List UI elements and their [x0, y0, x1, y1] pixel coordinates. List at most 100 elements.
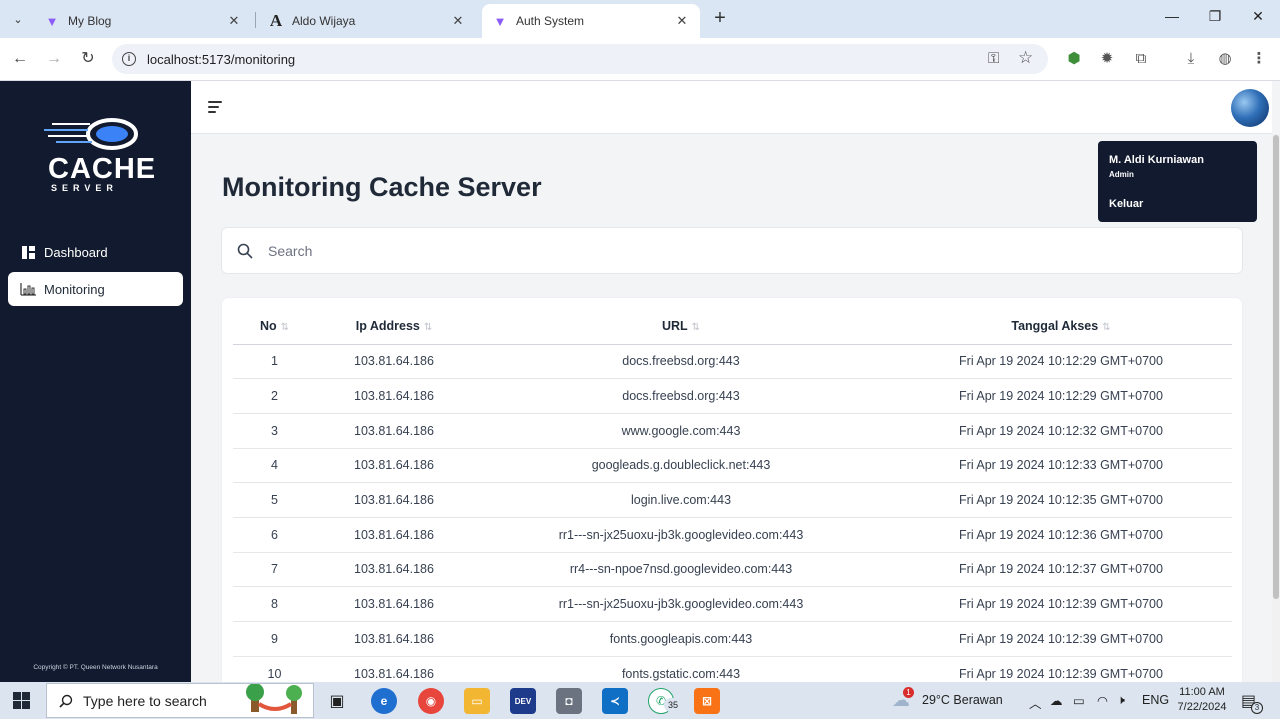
reload-icon[interactable]: ↻ — [77, 48, 99, 70]
download-icon[interactable]: ⤓ — [1181, 49, 1201, 69]
logout-button[interactable]: Keluar — [1109, 198, 1143, 210]
bug-icon[interactable]: ✹ — [1097, 49, 1117, 69]
cell-ip-address: 103.81.64.186 — [316, 517, 472, 553]
bookmark-star-icon[interactable]: ☆ — [1018, 48, 1033, 68]
task-view-icon[interactable]: ▣ — [324, 688, 350, 714]
search-icon — [59, 694, 73, 708]
close-tab-icon[interactable]: ✕ — [450, 13, 466, 29]
tab-search-button[interactable]: ⌄ — [6, 7, 30, 31]
bar-chart-icon — [20, 282, 36, 296]
system-clock[interactable]: 11:00 AM 7/22/2024 — [1174, 685, 1230, 715]
dev-app-icon[interactable]: DEV — [510, 688, 536, 714]
cell-url: fonts.googleapis.com:443 — [472, 621, 890, 657]
cell-ip-address: 103.81.64.186 — [316, 586, 472, 622]
camera-icon[interactable]: ◘ — [556, 688, 582, 714]
sidebar-item-label: Monitoring — [44, 281, 105, 297]
search-input[interactable] — [268, 238, 1168, 264]
weather-alert-badge: 1 — [903, 687, 914, 698]
cell-tanggal-akses: Fri Apr 19 2024 10:12:29 GMT+0700 — [890, 344, 1232, 380]
monitoring-table: No ⇅ Ip Address ⇅ URL ⇅ Tanggal Akses ⇅ 1 103… — [233, 308, 1232, 692]
top-header — [191, 81, 1272, 134]
cell-url: www.google.com:443 — [472, 413, 890, 449]
cell-url: login.live.com:443 — [472, 482, 890, 518]
restore-icon[interactable]: ❐ — [1203, 8, 1227, 30]
new-tab-button[interactable]: + — [709, 8, 731, 30]
back-icon[interactable]: ← — [9, 48, 31, 70]
clock-date: 7/22/2024 — [1177, 701, 1227, 713]
taskbar-search-placeholder: Type here to search — [83, 692, 207, 709]
sidebar-item-dashboard[interactable]: Dashboard — [8, 235, 183, 269]
browser-tab[interactable]: A Aldo Wijaya ✕ — [258, 4, 476, 38]
user-role: Admin — [1109, 170, 1134, 179]
page-scrollbar[interactable] — [1272, 134, 1280, 682]
password-key-icon[interactable]: ⚿ — [988, 50, 999, 67]
table-row[interactable]: 8 103.81.64.186 rr1---sn-jx25uoxu-jb3k.goo… — [233, 586, 1232, 622]
extensions-puzzle-icon[interactable]: ⧉ — [1131, 49, 1151, 69]
file-explorer-icon[interactable]: ▭ — [464, 688, 490, 714]
table-row[interactable]: 5 103.81.64.186 login.live.com:443 Fri Apr … — [233, 482, 1232, 518]
scrollbar-thumb[interactable] — [1273, 135, 1279, 599]
profile-icon[interactable]: ◍ — [1215, 49, 1235, 69]
cell-no: 2 — [233, 378, 316, 414]
address-bar[interactable]: i localhost:5173/monitoring — [112, 44, 1048, 74]
forward-icon[interactable]: → — [43, 48, 65, 70]
close-tab-icon[interactable]: ✕ — [674, 13, 690, 29]
tab-title: My Blog — [68, 14, 112, 28]
letter-a-icon: A — [269, 11, 283, 30]
column-header-ip-address[interactable]: Ip Address ⇅ — [316, 308, 472, 345]
search-icon — [237, 243, 253, 259]
extension-icon[interactable]: ⬢ — [1064, 49, 1084, 69]
table-row[interactable]: 2 103.81.64.186 docs.freebsd.org:443 Fri Ap… — [233, 378, 1232, 414]
xampp-icon[interactable]: ⊠ — [694, 688, 720, 714]
taskbar-search-box[interactable]: Type here to search — [46, 683, 314, 718]
column-header-no[interactable]: No ⇅ — [233, 308, 316, 345]
speaker-muted-icon[interactable]: 🕨 — [1117, 693, 1125, 708]
avatar[interactable] — [1231, 89, 1269, 127]
wifi-icon[interactable]: ◠ — [1097, 693, 1108, 708]
table-row[interactable]: 4 103.81.64.186 googleads.g.doubleclick.ne… — [233, 448, 1232, 484]
browser-toolbar: ← → ↻ i localhost:5173/monitoring ⚿ ☆ ⬢ … — [0, 38, 1280, 81]
column-header-tanggal-akses[interactable]: Tanggal Akses ⇅ — [890, 308, 1232, 345]
copyright-text: Copyright © PT. Queen Network Nusantara — [33, 664, 158, 671]
cell-ip-address: 103.81.64.186 — [316, 344, 472, 380]
cell-no: 6 — [233, 517, 316, 553]
chrome-icon[interactable]: ◉ — [418, 688, 444, 714]
table-header-row: No ⇅ Ip Address ⇅ URL ⇅ Tanggal Akses ⇅ — [233, 308, 1232, 345]
minimize-icon[interactable]: — — [1160, 8, 1184, 30]
cell-no: 3 — [233, 413, 316, 449]
hamburger-menu-icon[interactable] — [208, 101, 222, 113]
cell-tanggal-akses: Fri Apr 19 2024 10:12:29 GMT+0700 — [890, 378, 1232, 414]
cell-no: 8 — [233, 586, 316, 622]
windows-taskbar: Type here to search ▣ e ◉ ▭ DEV ◘ ≺ ✆ 35… — [0, 682, 1280, 719]
language-indicator[interactable]: ENG — [1142, 693, 1169, 707]
table-row[interactable]: 6 103.81.64.186 rr1---sn-jx25uoxu-jb3k.goo… — [233, 517, 1232, 553]
onedrive-cloud-icon[interactable]: ☁ — [1050, 693, 1063, 708]
cell-no: 5 — [233, 482, 316, 518]
browser-tab[interactable]: ▼ My Blog ✕ — [34, 4, 252, 38]
notification-count-badge: 3 — [1251, 702, 1263, 714]
table-row[interactable]: 3 103.81.64.186 www.google.com:443 Fri Apr … — [233, 413, 1232, 449]
chevron-up-icon[interactable]: ︿ — [1029, 693, 1042, 712]
browser-tab-active[interactable]: ▼ Auth System ✕ — [482, 4, 700, 38]
sidebar-item-label: Dashboard — [44, 244, 108, 260]
vite-icon: ▼ — [493, 13, 507, 29]
cell-tanggal-akses: Fri Apr 19 2024 10:12:39 GMT+0700 — [890, 586, 1232, 622]
cache-server-logo: CACHE SERVER — [40, 117, 155, 193]
windows-start-icon[interactable] — [13, 692, 30, 709]
weather-text[interactable]: 29°C Berawan — [922, 693, 1003, 707]
column-header-url[interactable]: URL ⇅ — [472, 308, 890, 345]
tab-title: Auth System — [516, 14, 585, 28]
table-row[interactable]: 7 103.81.64.186 rr4---sn-npoe7nsd.googlevi… — [233, 552, 1232, 588]
table-row[interactable]: 1 103.81.64.186 docs.freebsd.org:443 Fri Ap… — [233, 344, 1232, 380]
close-tab-icon[interactable]: ✕ — [226, 13, 242, 29]
cell-tanggal-akses: Fri Apr 19 2024 10:12:36 GMT+0700 — [890, 517, 1232, 553]
site-info-icon[interactable]: i — [122, 52, 136, 66]
vscode-icon[interactable]: ≺ — [602, 688, 628, 714]
battery-icon[interactable]: ▭ — [1073, 693, 1085, 708]
edge-icon[interactable]: e — [371, 688, 397, 714]
table-row[interactable]: 9 103.81.64.186 fonts.googleapis.com:443 Fr… — [233, 621, 1232, 657]
user-dropdown-menu: M. Aldi Kurniawan Admin Keluar — [1098, 141, 1257, 222]
menu-kebab-icon[interactable]: ⋮ — [1249, 49, 1269, 69]
sidebar-item-monitoring[interactable]: Monitoring — [8, 272, 183, 306]
close-window-icon[interactable]: ✕ — [1246, 8, 1270, 30]
